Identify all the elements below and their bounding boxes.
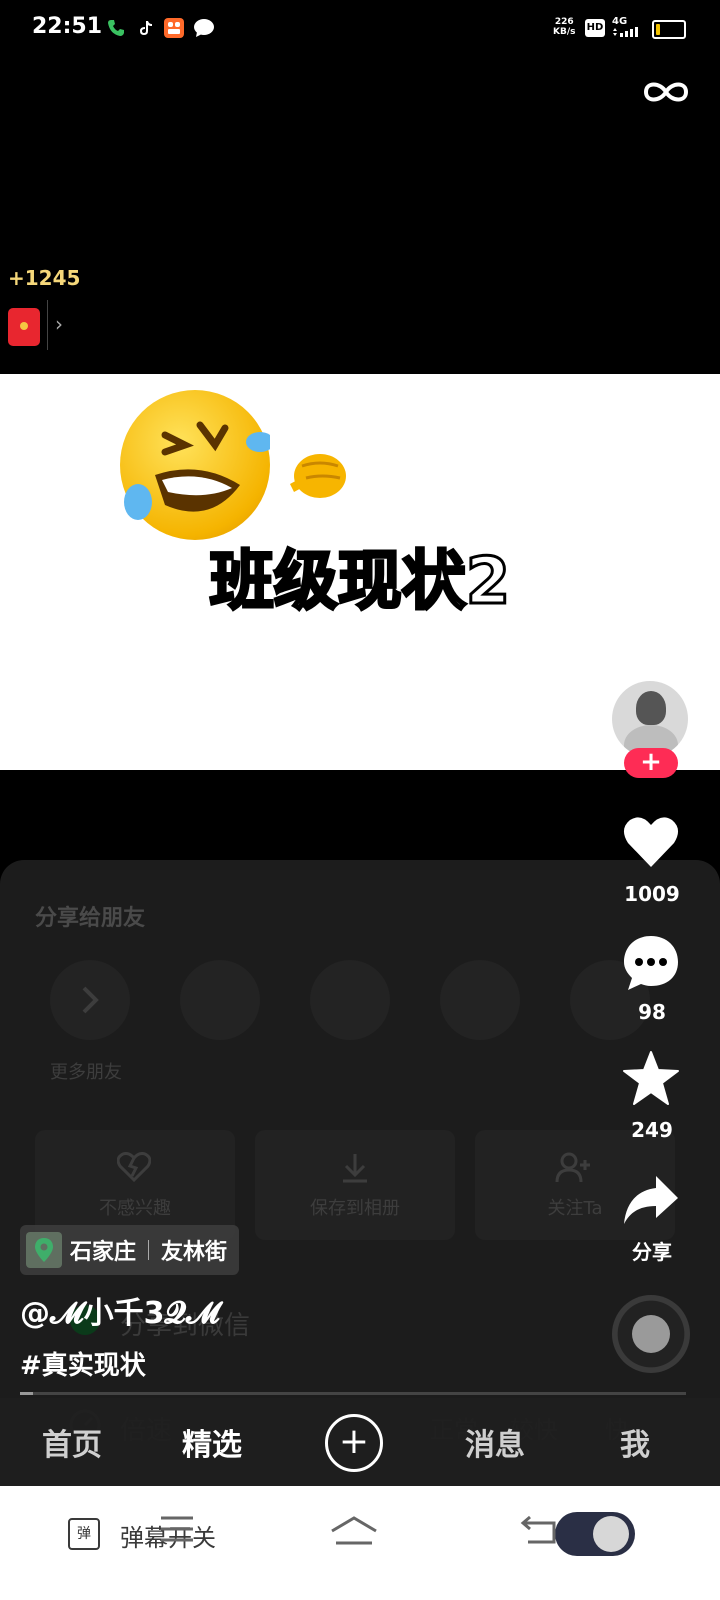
red-packet-seal (20, 322, 28, 330)
tab-messages[interactable]: 消息 (465, 1420, 525, 1464)
red-packet-icon[interactable] (8, 308, 40, 346)
message-icon (193, 18, 214, 38)
home-icon[interactable] (330, 1515, 378, 1549)
music-cover (632, 1315, 670, 1353)
not-interested-label: 不感兴趣 (99, 1198, 171, 1219)
infinity-icon[interactable] (640, 78, 692, 110)
phone-icon (106, 18, 126, 38)
video-progress-bar[interactable] (20, 1392, 686, 1395)
rolling-laugh-emoji-icon (120, 390, 274, 540)
share-friend-item[interactable] (440, 960, 520, 1040)
add-user-icon (555, 1152, 591, 1188)
tab-featured[interactable]: 精选 (182, 1420, 242, 1464)
menu-icon[interactable] (160, 1515, 194, 1547)
network-type: 4G (612, 16, 628, 27)
share-friend-item[interactable] (50, 960, 130, 1040)
kuaishou-icon (164, 18, 184, 38)
coin-count: +1245 (8, 266, 81, 290)
author-avatar[interactable] (612, 681, 688, 757)
video-progress-fill (20, 1392, 34, 1395)
douyin-icon (135, 18, 155, 38)
comment-button[interactable] (622, 934, 680, 992)
avatar-head (636, 691, 666, 725)
like-button[interactable] (622, 815, 680, 873)
share-button[interactable] (622, 1172, 680, 1230)
location-street: 友林街 (161, 1240, 228, 1265)
share-sheet-title: 分享给朋友 (35, 906, 146, 931)
share-friend-item[interactable] (180, 960, 260, 1040)
video-caption: 班级现状2 (208, 544, 512, 621)
save-to-album-label: 保存到相册 (310, 1198, 400, 1219)
divider (47, 300, 48, 350)
danmu-toggle[interactable] (555, 1512, 635, 1556)
back-icon[interactable] (520, 1515, 556, 1549)
share-label: 分享 (632, 1240, 672, 1264)
signal-icon: 4G (612, 16, 638, 40)
follow-button[interactable]: + (624, 748, 678, 778)
music-disc[interactable] (612, 1295, 690, 1373)
hd-badge: HD (585, 19, 605, 37)
status-time: 22:51 (32, 14, 103, 39)
author-name[interactable]: @𝓜小千3𝓠𝓜 (20, 1288, 220, 1332)
network-speed-unit: KB/s (553, 27, 576, 37)
download-icon (339, 1152, 371, 1188)
comment-count: 98 (638, 1000, 666, 1024)
like-count: 1009 (624, 882, 680, 906)
toggle-knob (593, 1516, 629, 1552)
favorite-count: 249 (631, 1118, 673, 1142)
battery-icon: 19 (652, 20, 686, 39)
create-button[interactable]: + (325, 1414, 383, 1472)
network-speed-value: 226 (554, 17, 574, 27)
location-tag[interactable]: 石家庄 友林街 (20, 1225, 240, 1275)
share-friend-item[interactable] (310, 960, 390, 1040)
chevron-right-icon[interactable]: › (55, 312, 63, 336)
more-friends-label: 更多朋友 (50, 1062, 122, 1083)
location-city: 石家庄 (70, 1240, 137, 1265)
location-pin-icon (26, 1232, 62, 1268)
broken-heart-icon (116, 1152, 152, 1186)
save-to-album-button[interactable]: 保存到相册 (255, 1130, 455, 1240)
battery-level: 19 (661, 23, 677, 36)
favorite-button[interactable] (622, 1050, 680, 1108)
not-interested-button[interactable]: 不感兴趣 (35, 1130, 235, 1240)
danmu-icon: 弹 (68, 1518, 100, 1550)
tab-me[interactable]: 我 (620, 1420, 650, 1464)
network-speed: 226 KB/s (553, 17, 575, 37)
location-divider (148, 1240, 150, 1260)
pointing-hand-emoji-icon (282, 436, 352, 520)
hashtag[interactable]: #真实现状 (20, 1345, 146, 1382)
tab-home[interactable]: 首页 (42, 1420, 102, 1464)
